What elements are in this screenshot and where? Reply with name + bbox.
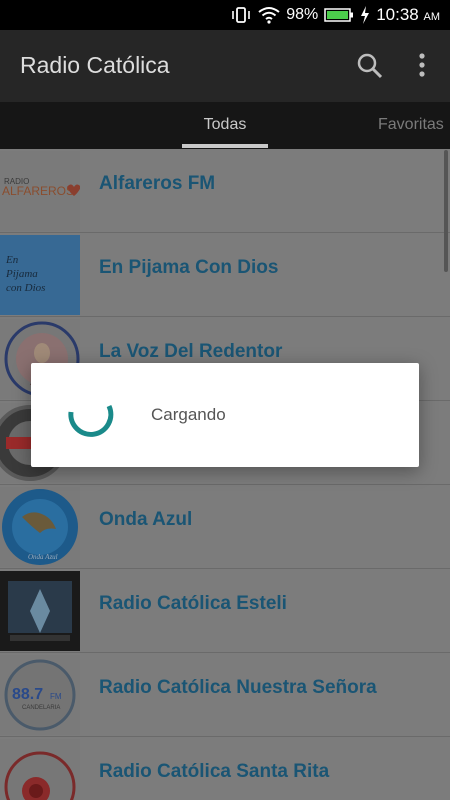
- charging-icon: [360, 6, 370, 24]
- battery-icon: [324, 7, 354, 23]
- station-name: Onda Azul: [99, 509, 193, 530]
- tab-bar: Todas Favoritas: [0, 102, 450, 149]
- station-name: La Voz Del Redentor: [99, 341, 283, 362]
- station-name: En Pijama Con Dios: [99, 257, 279, 278]
- radio-catolica-esteli-logo: [0, 571, 80, 651]
- station-name: Radio Católica Esteli: [99, 593, 287, 614]
- svg-text:Onda Azul: Onda Azul: [28, 553, 58, 561]
- tab-favoritas[interactable]: Favoritas: [378, 116, 444, 134]
- list-item[interactable]: En Pijama con Dios En Pijama Con Dios: [0, 233, 450, 317]
- station-name: Alfareros FM: [99, 173, 216, 194]
- station-list[interactable]: RADIO ALFAREROS Alfareros FM En Pijama c…: [0, 149, 450, 800]
- loading-message: Cargando: [151, 405, 226, 424]
- svg-text:En: En: [5, 254, 19, 266]
- alfareros-logo: RADIO ALFAREROS: [0, 151, 80, 231]
- list-item[interactable]: Onda Azul Onda Azul: [0, 485, 450, 569]
- search-icon[interactable]: [356, 52, 384, 80]
- app-title: Radio Católica: [20, 52, 170, 78]
- battery-percent: 98%: [286, 6, 319, 23]
- list-item[interactable]: RADIO ALFAREROS Alfareros FM: [0, 149, 450, 233]
- list-item[interactable]: 88.7 FM CANDELARIA Radio Católica Nuestr…: [0, 653, 450, 737]
- tab-todas[interactable]: Todas: [182, 116, 268, 134]
- onda-azul-logo: Onda Azul: [0, 487, 80, 567]
- wifi-icon: [258, 6, 280, 24]
- svg-text:Pijama: Pijama: [5, 268, 38, 280]
- loading-spinner-icon: [65, 390, 117, 442]
- status-bar: 98% 10:38 AM: [0, 0, 450, 30]
- svg-text:CANDELARIA: CANDELARIA: [22, 705, 60, 711]
- svg-text:con Dios: con Dios: [6, 282, 45, 294]
- list-scrollbar[interactable]: [444, 150, 448, 272]
- loading-dialog: Cargando: [31, 363, 419, 467]
- svg-text:FM: FM: [50, 692, 62, 701]
- more-vert-icon[interactable]: [412, 50, 432, 82]
- list-item[interactable]: Radio Católica Santa Rita: [0, 737, 450, 800]
- vibrate-icon: [230, 6, 252, 24]
- station-name: Radio Católica Nuestra Señora: [99, 677, 377, 698]
- svg-text:ALFAREROS: ALFAREROS: [2, 184, 74, 198]
- app-bar: Radio Católica: [0, 30, 450, 102]
- list-item[interactable]: Radio Católica Esteli: [0, 569, 450, 653]
- station-name: Radio Católica Santa Rita: [99, 761, 330, 782]
- en-pijama-logo: En Pijama con Dios: [0, 235, 80, 315]
- nuestra-senora-logo: 88.7 FM CANDELARIA: [0, 655, 80, 735]
- svg-text:88.7: 88.7: [12, 686, 43, 703]
- santa-rita-logo: [0, 739, 80, 800]
- tab-indicator: [182, 144, 268, 148]
- status-time: 10:38 AM: [376, 5, 440, 24]
